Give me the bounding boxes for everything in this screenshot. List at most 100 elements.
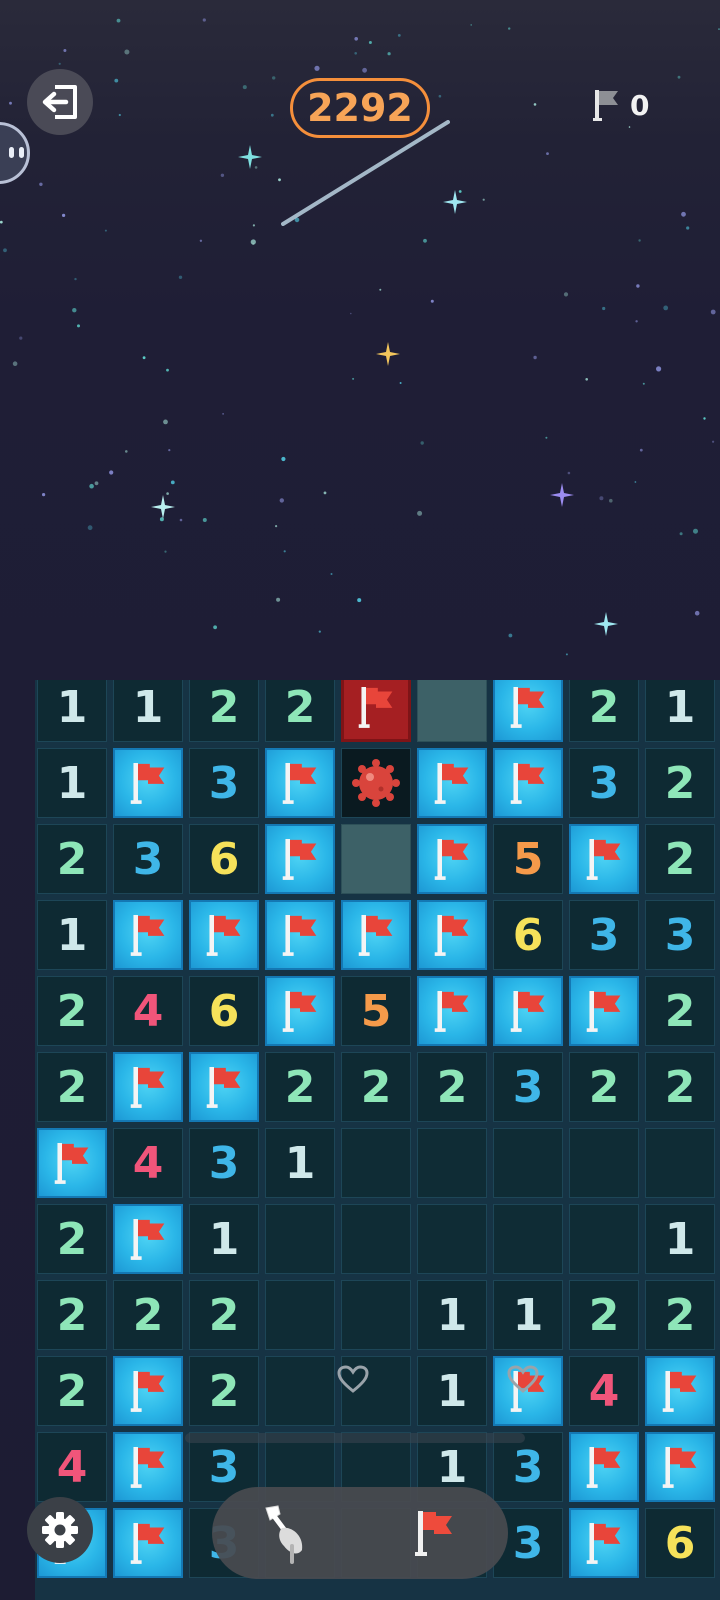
flagged-tile[interactable] — [265, 748, 335, 818]
number-tile[interactable]: 3 — [189, 748, 259, 818]
red-flag-icon — [130, 763, 165, 804]
flagged-tile[interactable] — [113, 1508, 183, 1578]
number-tile[interactable]: 1 — [645, 680, 715, 742]
flagged-tile[interactable] — [569, 1508, 639, 1578]
number-tile[interactable]: 3 — [569, 748, 639, 818]
number-tile[interactable]: 3 — [645, 900, 715, 970]
number-tile[interactable]: 1 — [37, 680, 107, 742]
exit-button[interactable] — [27, 69, 93, 135]
number-tile[interactable]: 2 — [37, 1052, 107, 1122]
red-flag-icon — [662, 1447, 697, 1488]
number-tile[interactable]: 3 — [189, 1128, 259, 1198]
red-flag-icon — [662, 1371, 697, 1412]
flagged-tile[interactable] — [113, 748, 183, 818]
number-tile[interactable]: 4 — [113, 976, 183, 1046]
number-tile[interactable]: 1 — [113, 680, 183, 742]
settings-button[interactable] — [27, 1497, 93, 1563]
flagged-tile[interactable] — [113, 900, 183, 970]
covered-tile[interactable] — [341, 824, 411, 894]
number-tile[interactable]: 2 — [189, 680, 259, 742]
flagged-tile[interactable] — [113, 1204, 183, 1274]
flagged-tile[interactable] — [569, 1432, 639, 1502]
number-tile[interactable]: 1 — [493, 1280, 563, 1350]
number-tile[interactable]: 6 — [189, 976, 259, 1046]
number-tile[interactable]: 2 — [645, 1052, 715, 1122]
flagged-tile[interactable] — [189, 900, 259, 970]
star — [639, 448, 643, 452]
number-tile[interactable]: 2 — [341, 1052, 411, 1122]
flagged-tile[interactable] — [569, 976, 639, 1046]
flag-tool-button[interactable] — [399, 1498, 469, 1568]
flagged-tile[interactable] — [417, 824, 487, 894]
number-tile[interactable]: 2 — [189, 1280, 259, 1350]
wrong-flag-tile[interactable] — [341, 680, 411, 742]
number-tile[interactable]: 2 — [645, 1280, 715, 1350]
number-tile[interactable]: 2 — [569, 680, 639, 742]
number-tile[interactable]: 6 — [189, 824, 259, 894]
number-tile[interactable]: 4 — [37, 1432, 107, 1502]
number-tile[interactable]: 4 — [569, 1356, 639, 1426]
number-tile[interactable]: 5 — [341, 976, 411, 1046]
star — [533, 103, 537, 106]
tile-number: 3 — [588, 909, 620, 961]
number-tile[interactable]: 2 — [265, 680, 335, 742]
number-tile[interactable]: 4 — [113, 1128, 183, 1198]
star — [270, 113, 274, 117]
flagged-tile[interactable] — [645, 1356, 715, 1426]
number-tile[interactable]: 2 — [645, 748, 715, 818]
number-tile[interactable]: 3 — [113, 824, 183, 894]
number-tile[interactable]: 2 — [417, 1052, 487, 1122]
mine-icon — [352, 759, 400, 807]
star — [318, 630, 321, 633]
number-tile[interactable]: 2 — [189, 1356, 259, 1426]
star — [159, 517, 164, 522]
flagged-tile[interactable] — [113, 1052, 183, 1122]
number-tile[interactable]: 1 — [417, 1280, 487, 1350]
covered-tile[interactable] — [417, 680, 487, 742]
flagged-tile[interactable] — [265, 900, 335, 970]
number-tile[interactable]: 2 — [569, 1280, 639, 1350]
number-tile[interactable]: 2 — [37, 1280, 107, 1350]
number-tile[interactable]: 2 — [645, 824, 715, 894]
number-tile[interactable]: 1 — [417, 1356, 487, 1426]
dig-tool-button[interactable] — [251, 1498, 321, 1568]
number-tile[interactable]: 1 — [265, 1128, 335, 1198]
number-tile[interactable]: 5 — [493, 824, 563, 894]
tile-number: 3 — [132, 833, 164, 885]
star — [125, 450, 128, 453]
number-tile[interactable]: 3 — [493, 1052, 563, 1122]
number-tile[interactable]: 2 — [37, 1204, 107, 1274]
number-tile[interactable]: 3 — [569, 900, 639, 970]
tile-number: 6 — [512, 909, 544, 961]
flagged-tile[interactable] — [341, 900, 411, 970]
number-tile[interactable]: 2 — [569, 1052, 639, 1122]
number-tile[interactable]: 2 — [265, 1052, 335, 1122]
flagged-tile[interactable] — [645, 1432, 715, 1502]
flagged-tile[interactable] — [265, 824, 335, 894]
number-tile[interactable]: 1 — [189, 1204, 259, 1274]
number-tile[interactable]: 2 — [645, 976, 715, 1046]
number-tile[interactable]: 1 — [37, 748, 107, 818]
red-flag-icon — [130, 1371, 165, 1412]
flagged-tile[interactable] — [417, 748, 487, 818]
number-tile[interactable]: 6 — [493, 900, 563, 970]
flagged-tile[interactable] — [113, 1356, 183, 1426]
flagged-tile[interactable] — [493, 976, 563, 1046]
flagged-tile[interactable] — [493, 680, 563, 742]
exploded-mine-tile[interactable] — [341, 748, 411, 818]
number-tile[interactable]: 6 — [645, 1508, 715, 1578]
flagged-tile[interactable] — [37, 1128, 107, 1198]
number-tile[interactable]: 2 — [113, 1280, 183, 1350]
number-tile[interactable]: 1 — [37, 900, 107, 970]
number-tile[interactable]: 1 — [645, 1204, 715, 1274]
flagged-tile[interactable] — [189, 1052, 259, 1122]
number-tile[interactable]: 2 — [37, 824, 107, 894]
flagged-tile[interactable] — [113, 1432, 183, 1502]
flagged-tile[interactable] — [417, 900, 487, 970]
flagged-tile[interactable] — [417, 976, 487, 1046]
number-tile[interactable]: 2 — [37, 976, 107, 1046]
flagged-tile[interactable] — [569, 824, 639, 894]
flagged-tile[interactable] — [493, 748, 563, 818]
flagged-tile[interactable] — [265, 976, 335, 1046]
number-tile[interactable]: 2 — [37, 1356, 107, 1426]
